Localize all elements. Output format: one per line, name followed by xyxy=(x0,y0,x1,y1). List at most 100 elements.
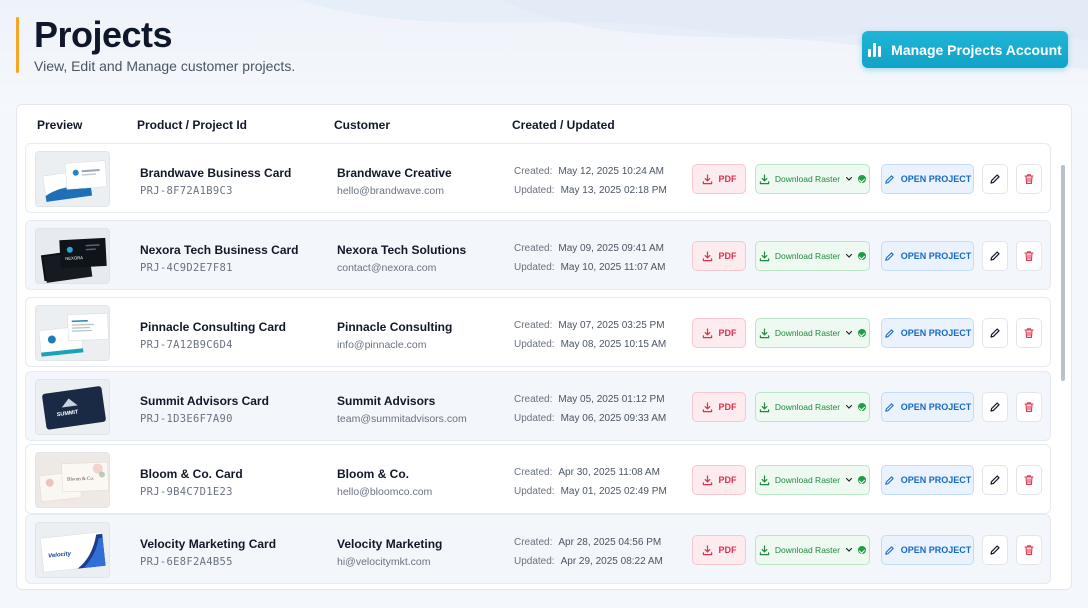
table-header: Preview Product / Project Id Customer Cr… xyxy=(17,105,1071,143)
pdf-download-button[interactable]: PDF xyxy=(692,318,746,348)
scrollbar-thumb[interactable] xyxy=(1061,165,1065,381)
updated-date: Updated: May 10, 2025 11:07 AM xyxy=(514,262,666,273)
edit-icon xyxy=(990,328,1000,338)
column-customer: Customer xyxy=(334,118,391,132)
page-subtitle: View, Edit and Manage customer projects. xyxy=(34,58,296,74)
pdf-download-button[interactable]: PDF xyxy=(692,241,746,271)
open-project-button[interactable]: OPEN PROJECT xyxy=(881,465,974,495)
created-date: Created: May 12, 2025 10:24 AM xyxy=(514,166,664,177)
download-raster-dropdown[interactable]: Download Raster xyxy=(755,318,870,348)
preview-thumbnail[interactable]: Velocity xyxy=(35,522,110,578)
table-row: NEXORA Nexora Tech Business Card PRJ-4C9… xyxy=(25,220,1051,290)
open-project-button[interactable]: OPEN PROJECT xyxy=(881,164,974,194)
check-circle-icon xyxy=(858,546,867,554)
pdf-download-button[interactable]: PDF xyxy=(692,164,746,194)
open-project-button[interactable]: OPEN PROJECT xyxy=(881,241,974,271)
updated-date: Updated: May 01, 2025 02:49 PM xyxy=(514,486,667,497)
created-date: Created: Apr 28, 2025 04:56 PM xyxy=(514,537,662,548)
download-icon xyxy=(702,474,712,485)
preview-thumbnail[interactable] xyxy=(35,151,110,207)
delete-button[interactable] xyxy=(1016,465,1042,495)
check-circle-icon xyxy=(858,476,867,484)
customer-email: info@pinnacle.com xyxy=(337,339,427,351)
open-project-button[interactable]: OPEN PROJECT xyxy=(881,318,974,348)
open-project-button[interactable]: OPEN PROJECT xyxy=(881,535,974,565)
created-date: Created: May 07, 2025 03:25 PM xyxy=(514,320,665,331)
download-raster-dropdown[interactable]: Download Raster xyxy=(755,241,870,271)
pencil-icon xyxy=(885,545,894,555)
delete-button[interactable] xyxy=(1016,318,1042,348)
trash-icon xyxy=(1024,475,1034,486)
title-accent-bar xyxy=(16,17,19,73)
manage-projects-account-label: Manage Projects Account xyxy=(891,41,1062,58)
check-circle-icon xyxy=(858,329,867,337)
preview-thumbnail[interactable]: Bloom & Co. xyxy=(35,452,110,508)
download-icon xyxy=(702,173,712,184)
project-id: PRJ-4C9D2E7F81 xyxy=(140,262,233,274)
pdf-download-button[interactable]: PDF xyxy=(692,392,746,422)
download-icon xyxy=(759,544,770,555)
delete-button[interactable] xyxy=(1016,164,1042,194)
customer-email: hello@brandwave.com xyxy=(337,185,444,197)
chevron-down-icon xyxy=(845,404,853,409)
edit-button[interactable] xyxy=(982,164,1008,194)
check-circle-icon xyxy=(858,403,867,411)
customer-email: hello@bloomco.com xyxy=(337,486,433,498)
download-raster-dropdown[interactable]: Download Raster xyxy=(755,465,870,495)
check-circle-icon xyxy=(858,252,867,260)
table-row: Velocity Velocity Marketing Card PRJ-6E8… xyxy=(25,514,1051,584)
edit-icon xyxy=(990,475,1000,485)
download-raster-dropdown[interactable]: Download Raster xyxy=(755,535,870,565)
pencil-icon xyxy=(885,402,894,412)
edit-button[interactable] xyxy=(982,241,1008,271)
edit-icon xyxy=(990,174,1000,184)
customer-email: hi@velocitymkt.com xyxy=(337,556,431,568)
page-header: Projects View, Edit and Manage customer … xyxy=(0,0,1088,100)
edit-button[interactable] xyxy=(982,535,1008,565)
pencil-icon xyxy=(885,475,894,485)
pencil-icon xyxy=(885,174,894,184)
edit-button[interactable] xyxy=(982,318,1008,348)
preview-thumbnail[interactable]: NEXORA xyxy=(35,228,110,284)
customer-name: Pinnacle Consulting xyxy=(337,320,453,334)
product-name: Velocity Marketing Card xyxy=(140,537,277,551)
created-date: Created: May 09, 2025 09:41 AM xyxy=(514,243,664,254)
customer-name: Brandwave Creative xyxy=(337,166,452,180)
pdf-download-button[interactable]: PDF xyxy=(692,465,746,495)
check-circle-icon xyxy=(858,175,867,183)
column-dates: Created / Updated xyxy=(512,118,615,132)
product-name: Summit Advisors Card xyxy=(140,394,269,408)
product-name: Nexora Tech Business Card xyxy=(140,243,299,257)
download-raster-dropdown[interactable]: Download Raster xyxy=(755,392,870,422)
download-raster-dropdown[interactable]: Download Raster xyxy=(755,164,870,194)
product-name: Pinnacle Consulting Card xyxy=(140,320,287,334)
preview-thumbnail[interactable] xyxy=(35,305,110,361)
download-icon xyxy=(702,401,712,412)
projects-table: Preview Product / Project Id Customer Cr… xyxy=(16,104,1072,590)
edit-button[interactable] xyxy=(982,465,1008,495)
customer-email: contact@nexora.com xyxy=(337,262,437,274)
column-preview: Preview xyxy=(37,118,83,132)
download-icon xyxy=(759,327,770,338)
download-icon xyxy=(759,474,770,485)
thumbnail-logo-text: NEXORA xyxy=(65,255,83,261)
edit-icon xyxy=(990,251,1000,261)
delete-button[interactable] xyxy=(1016,392,1042,422)
manage-projects-account-button[interactable]: Manage Projects Account xyxy=(862,31,1068,68)
edit-button[interactable] xyxy=(982,392,1008,422)
table-row: Pinnacle Consulting Card PRJ-7A12B9C6D4 … xyxy=(25,297,1051,367)
chevron-down-icon xyxy=(845,477,853,482)
preview-thumbnail[interactable]: SUMMIT xyxy=(35,379,110,435)
download-icon xyxy=(759,173,770,184)
updated-date: Updated: Apr 29, 2025 08:22 AM xyxy=(514,556,663,567)
page-title: Projects xyxy=(34,14,173,55)
project-id: PRJ-7A12B9C6D4 xyxy=(140,339,233,351)
pdf-download-button[interactable]: PDF xyxy=(692,535,746,565)
delete-button[interactable] xyxy=(1016,241,1042,271)
bar-chart-icon xyxy=(868,42,882,57)
open-project-button[interactable]: OPEN PROJECT xyxy=(881,392,974,422)
table-row: Bloom & Co. Bloom & Co. Card PRJ-9B4C7D1… xyxy=(25,444,1051,514)
chevron-down-icon xyxy=(845,253,853,258)
delete-button[interactable] xyxy=(1016,535,1042,565)
customer-name: Summit Advisors xyxy=(337,394,436,408)
